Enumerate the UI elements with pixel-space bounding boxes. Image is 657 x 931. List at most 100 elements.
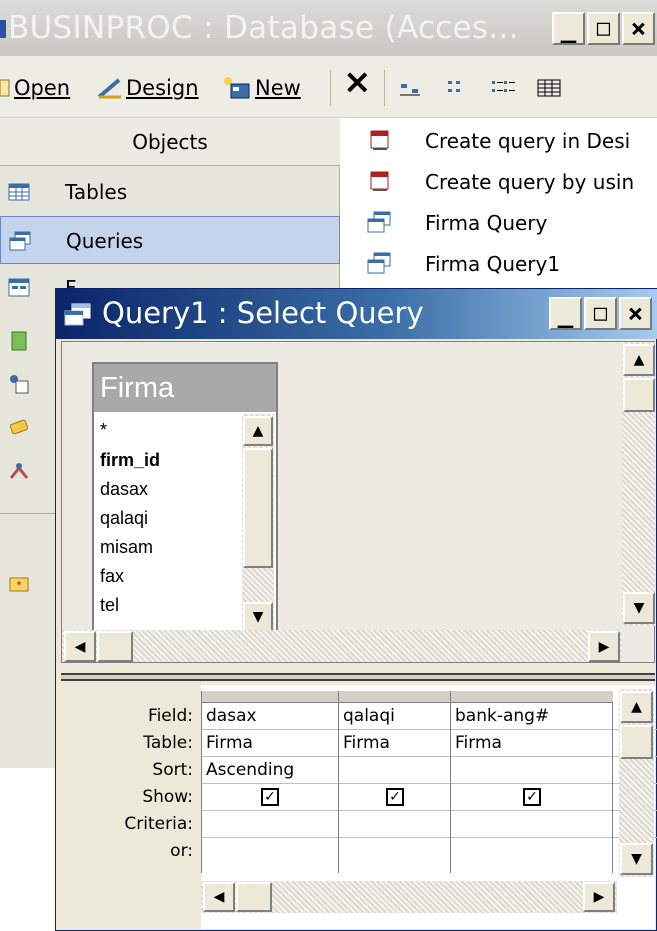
- scroll-down-button[interactable]: ▼: [620, 843, 653, 875]
- grid-cell-field[interactable]: qalaqi: [343, 703, 395, 730]
- close-button[interactable]: ×: [619, 297, 652, 330]
- row-label-sort: Sort:: [152, 760, 193, 780]
- grid-cell-table[interactable]: Firma: [343, 730, 390, 757]
- scrollbar-thumb[interactable]: [236, 882, 272, 912]
- objects-item-label: Queries: [66, 229, 144, 253]
- field-list-item[interactable]: qalaqi: [100, 504, 148, 533]
- field-list-item[interactable]: dasax: [100, 475, 148, 504]
- list-item-create-design[interactable]: Create query in Desi: [341, 121, 657, 161]
- query-design-window: Query1 : Select Query _ □ × Firma * firm…: [55, 288, 657, 931]
- page-icon: [10, 375, 29, 394]
- list-item-create-wizard[interactable]: Create query by usin: [341, 162, 657, 202]
- row-label-or: or:: [170, 841, 193, 861]
- field-list-item[interactable]: tel: [100, 591, 119, 620]
- list-view-button[interactable]: [490, 74, 516, 102]
- field-list-item[interactable]: firm_id: [100, 446, 160, 475]
- grid-cell-field[interactable]: dasax: [206, 703, 257, 730]
- scroll-right-button[interactable]: ▶: [583, 882, 615, 912]
- scroll-up-button[interactable]: ▲: [620, 691, 653, 723]
- maximize-button[interactable]: □: [587, 12, 620, 45]
- open-button[interactable]: Open: [0, 74, 70, 102]
- query-window-titlebar[interactable]: Query1 : Select Query _ □ ×: [56, 289, 657, 339]
- list-item-label: Create query by usin: [425, 170, 635, 194]
- field-list-item[interactable]: *: [100, 416, 107, 445]
- list-item-label: Create query in Desi: [425, 129, 631, 153]
- small-icons-icon: [448, 81, 460, 92]
- open-icon: [0, 79, 10, 97]
- database-toolbar: Open Design New ×: [0, 56, 657, 118]
- small-icons-button[interactable]: [446, 74, 472, 102]
- objects-item-label: Tables: [65, 180, 128, 204]
- scroll-right-button[interactable]: ▶: [588, 631, 620, 662]
- grid-column[interactable]: qalaqi Firma ✓: [338, 691, 451, 873]
- scrollbar-thumb[interactable]: [243, 448, 273, 568]
- form-icon: [8, 278, 30, 297]
- scroll-down-button[interactable]: ▼: [243, 602, 273, 632]
- show-checkbox[interactable]: ✓: [386, 788, 404, 806]
- field-list-firma[interactable]: Firma * firm_id dasax qalaqi misam fax t…: [92, 362, 278, 638]
- close-button[interactable]: ×: [622, 12, 655, 45]
- grid-column[interactable]: dasax Firma Ascending ✓: [201, 691, 339, 873]
- module-icon: [9, 463, 29, 479]
- scrollbar-thumb[interactable]: [97, 631, 133, 662]
- list-view-icon: [492, 81, 515, 92]
- grid-cell-table[interactable]: Firma: [206, 730, 253, 757]
- design-grid[interactable]: Field: Table: Sort: Show: Criteria: or: …: [61, 685, 657, 929]
- pane-splitter[interactable]: [61, 673, 655, 681]
- column-selector[interactable]: [451, 691, 613, 703]
- list-item-firma-query1[interactable]: Firma Query1: [341, 244, 657, 284]
- scroll-up-button[interactable]: ▲: [243, 416, 273, 446]
- grid-cell-table[interactable]: Firma: [455, 730, 502, 757]
- row-label-show: Show:: [142, 787, 193, 807]
- grid-cell-field[interactable]: bank-ang#: [455, 703, 549, 730]
- database-window-titlebar[interactable]: BUSINPROC : Database (Acces... _ □ ×: [0, 0, 657, 56]
- list-item-firma-query[interactable]: Firma Query: [341, 203, 657, 243]
- objects-item-tables[interactable]: Tables: [0, 168, 340, 216]
- column-selector[interactable]: [339, 691, 451, 703]
- large-icons-icon: [400, 84, 420, 96]
- objects-divider: [0, 513, 60, 514]
- column-selector[interactable]: [202, 691, 339, 703]
- show-checkbox[interactable]: ✓: [523, 788, 541, 806]
- grid-cell-sort[interactable]: Ascending: [206, 757, 294, 784]
- objects-item-queries[interactable]: Queries: [0, 216, 340, 264]
- row-label-field: Field:: [148, 706, 193, 726]
- query-icon: [367, 211, 391, 233]
- minimize-button[interactable]: _: [552, 12, 585, 45]
- details-view-icon: [537, 79, 561, 97]
- field-list-title[interactable]: Firma: [94, 364, 276, 412]
- row-label-table: Table:: [143, 733, 193, 753]
- table-pane-hscrollbar[interactable]: [62, 630, 622, 662]
- svg-text:*: *: [17, 580, 22, 591]
- field-list-item[interactable]: fax: [100, 562, 124, 591]
- objects-header[interactable]: Objects: [0, 118, 340, 166]
- toolbar-separator: [330, 70, 331, 106]
- wizard-icon: [370, 130, 389, 150]
- database-window-title: BUSINPROC : Database (Acces...: [8, 10, 519, 46]
- details-view-button[interactable]: [536, 74, 562, 102]
- table-pane[interactable]: Firma * firm_id dasax qalaqi misam fax t…: [61, 341, 655, 663]
- toolbar-separator: [384, 70, 385, 106]
- scrollbar-thumb[interactable]: [620, 725, 653, 759]
- design-button[interactable]: Design: [97, 74, 199, 102]
- grid-column[interactable]: bank-ang# Firma ✓: [450, 691, 613, 873]
- query-icon: [9, 231, 31, 251]
- scrollbar-thumb[interactable]: [623, 378, 655, 412]
- scroll-left-button[interactable]: ◀: [64, 631, 96, 662]
- scroll-down-button[interactable]: ▼: [623, 592, 655, 624]
- wizard-icon: [370, 171, 389, 191]
- large-icons-button[interactable]: [398, 74, 424, 102]
- new-button[interactable]: New: [222, 74, 301, 102]
- show-checkbox[interactable]: ✓: [261, 788, 279, 806]
- delete-button[interactable]: ×: [343, 62, 372, 102]
- macro-icon: [9, 419, 29, 435]
- list-item-label: Firma Query1: [425, 252, 561, 276]
- report-icon: [11, 331, 27, 351]
- maximize-button[interactable]: □: [584, 297, 617, 330]
- database-icon: [0, 20, 6, 38]
- query-icon: [367, 252, 391, 274]
- scroll-up-button[interactable]: ▲: [623, 344, 655, 376]
- minimize-button[interactable]: _: [549, 297, 582, 330]
- scroll-left-button[interactable]: ◀: [203, 882, 235, 912]
- field-list-item[interactable]: misam: [100, 533, 153, 562]
